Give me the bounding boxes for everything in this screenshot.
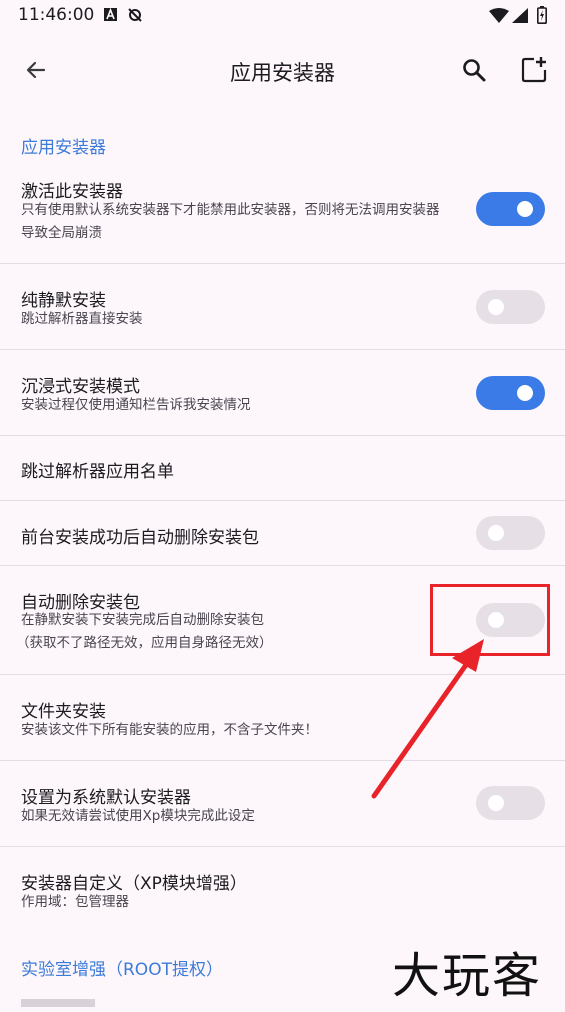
add-box-icon [521, 57, 547, 83]
pref-title: 前台安装成功后自动删除安装包 [21, 528, 259, 548]
signal-icon [512, 8, 528, 27]
pref-summary: 在静默安装下安装完成后自动删除安装包 [21, 612, 264, 628]
pref-summary: 只有使用默认系统安装器下才能禁用此安装器，否则将无法调用安装器导致全局崩溃 [21, 202, 440, 241]
pref-set-default-installer[interactable]: 设置为系统默认安装器 如果无效请尝试使用Xp模块完成此设定 [0, 761, 565, 847]
pref-summary: 安装该文件下所有能安装的应用，不含子文件夹！ [21, 722, 318, 738]
sync-off-icon [127, 7, 143, 27]
pref-summary-note: （获取不了路径无效，应用自身路径无效） [16, 635, 273, 651]
toggle-switch[interactable] [476, 516, 545, 550]
pref-summary: 作用域：包管理器 [21, 894, 129, 910]
pref-summary: 跳过解析器直接安装 [21, 311, 143, 327]
pref-title-partial [21, 992, 101, 1012]
toggle-switch[interactable] [476, 786, 545, 820]
search-button[interactable] [456, 52, 492, 88]
section-header-lab: 实验室增强（ROOT提权） [21, 960, 223, 980]
pref-installer-customize[interactable]: 安装器自定义（XP模块增强） 作用域：包管理器 [0, 847, 565, 933]
toggle-switch[interactable] [476, 192, 545, 226]
wifi-icon [489, 8, 509, 27]
pref-summary: 安装过程仅使用通知栏告诉我安装情况 [21, 397, 251, 413]
section-header-installer: 应用安装器 [21, 138, 106, 158]
app-bar: 应用安装器 [0, 32, 565, 108]
switch-thumb [517, 385, 533, 401]
search-icon [463, 59, 486, 82]
pref-activate-installer[interactable]: 激活此安装器 只有使用默认系统安装器下才能禁用此安装器，否则将无法调用安装器导致… [0, 164, 565, 264]
pref-title: 跳过解析器应用名单 [21, 462, 174, 482]
switch-thumb [517, 201, 533, 217]
status-time: 11:46:00 [18, 5, 95, 25]
pref-foreground-delete-package[interactable]: 前台安装成功后自动删除安装包 [0, 501, 565, 566]
add-button[interactable] [516, 52, 552, 88]
switch-thumb [488, 525, 504, 541]
pref-skip-parser-list[interactable]: 跳过解析器应用名单 [0, 436, 565, 501]
a-notification-icon [103, 7, 118, 26]
battery-charging-icon [537, 6, 547, 28]
pref-silent-install[interactable]: 纯静默安装 跳过解析器直接安装 [0, 264, 565, 350]
status-bar: 11:46:00 [0, 0, 565, 32]
highlight-box [430, 584, 550, 656]
toggle-switch[interactable] [476, 290, 545, 324]
toggle-switch[interactable] [476, 376, 545, 410]
pref-folder-install[interactable]: 文件夹安装 安装该文件下所有能安装的应用，不含子文件夹！ [0, 675, 565, 761]
pref-immersive-install[interactable]: 沉浸式安装模式 安装过程仅使用通知栏告诉我安装情况 [0, 350, 565, 436]
pref-summary: 如果无效请尝试使用Xp模块完成此设定 [21, 808, 255, 824]
switch-thumb [488, 299, 504, 315]
watermark-logo: 大玩客 [392, 948, 543, 1004]
switch-thumb [488, 795, 504, 811]
